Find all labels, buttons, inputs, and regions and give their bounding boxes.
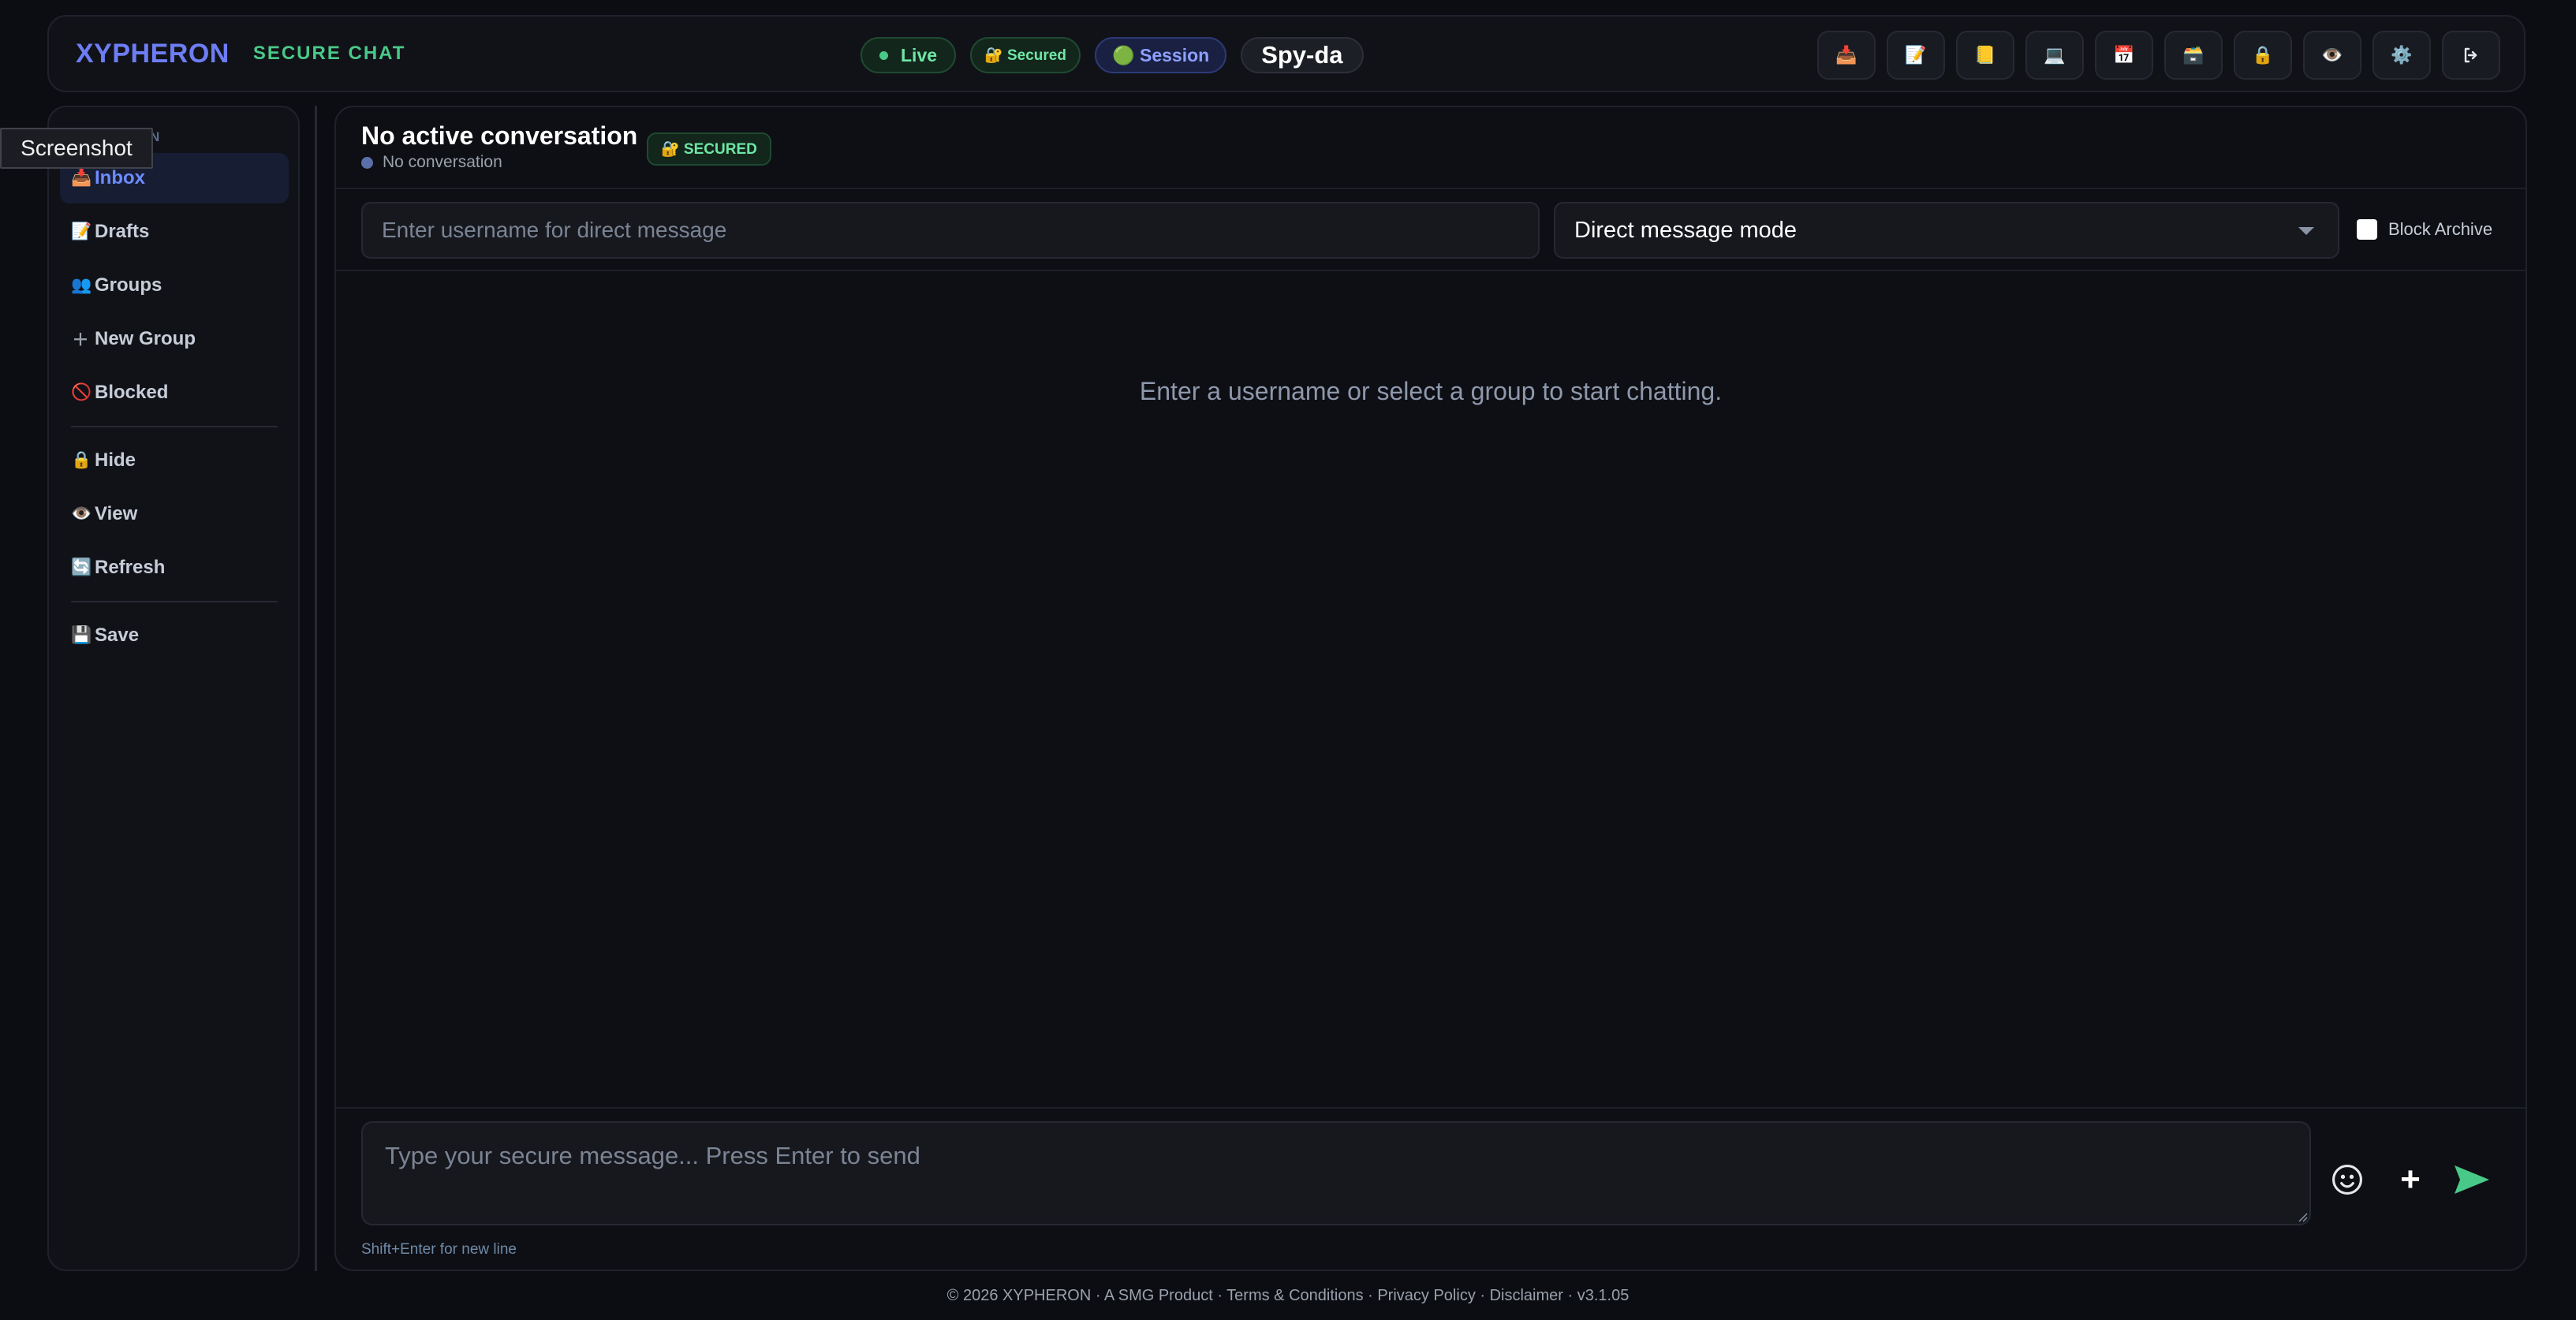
inbox-tray-icon: 📥 (71, 169, 92, 187)
sidebar-item-label: Groups (95, 274, 162, 296)
checkbox-icon[interactable] (2357, 219, 2377, 240)
card-box-icon: 🗃️ (2182, 45, 2205, 65)
brand-subtitle: SECURE CHAT (252, 43, 406, 64)
refresh-icon: 🔄 (71, 558, 92, 576)
live-badge: Live (861, 37, 957, 73)
username-input[interactable] (361, 202, 1540, 259)
empty-state-message: Enter a username or select a group to st… (1139, 377, 1723, 405)
secured-badge-label: 🔐 Secured (984, 47, 1066, 64)
sidebar-item-blocked[interactable]: 🚫 Blocked (60, 367, 289, 418)
logout-icon (2464, 47, 2477, 63)
secured-badge: 🔐 Secured (970, 37, 1081, 73)
live-dot-icon (879, 50, 888, 60)
sidebar-divider (71, 601, 278, 602)
calendar-tool-button[interactable]: 📅 (2095, 31, 2153, 80)
message-input[interactable] (361, 1121, 2311, 1225)
calendar-icon: 📅 (2113, 45, 2135, 65)
memo-icon: 📝 (1905, 45, 1927, 65)
brand-name: XYPHERON (76, 38, 230, 69)
status-dot-icon (361, 156, 373, 169)
conversation-controls: Direct message mode Block Archive (336, 189, 2526, 271)
people-icon: 👥 (71, 276, 92, 294)
composer-hint: Shift+Enter for new line (361, 1241, 517, 1258)
notebook-icon: 📒 (1974, 45, 1996, 65)
emoji-button[interactable] (2325, 1158, 2369, 1202)
conversation-status: No conversation (361, 153, 502, 172)
eye-icon: 👁️ (71, 505, 92, 523)
chevron-down-icon (2298, 227, 2314, 235)
sidebar-divider (71, 426, 278, 427)
gear-icon: ⚙️ (2391, 45, 2413, 65)
mode-select-value: Direct message mode (1574, 217, 1798, 243)
mode-select[interactable]: Direct message mode (1554, 202, 2339, 259)
footer: © 2026 XYPHERON · A SMG Product · Terms … (946, 1287, 1630, 1304)
sidebar-item-label: Inbox (95, 167, 145, 188)
conversation-status-label: No conversation (383, 153, 502, 171)
username-label: Spy-da (1261, 41, 1343, 69)
username-badge[interactable]: Spy-da (1241, 37, 1364, 73)
settings-tool-button[interactable]: ⚙️ (2373, 31, 2431, 80)
live-badge-label: Live (901, 44, 938, 65)
message-composer: + Shift+Enter for new line (336, 1107, 2526, 1270)
inbox-tool-button[interactable]: 📥 (1817, 31, 1876, 80)
notes-tool-button[interactable]: 📒 (1956, 31, 2014, 80)
lock-icon: 🔒 (71, 451, 92, 469)
plus-icon: ＋ (72, 331, 89, 349)
session-badge[interactable]: 🟢 Session (1094, 37, 1227, 73)
lock-tool-button[interactable]: 🔒 (2234, 31, 2292, 80)
sidebar-item-label: Blocked (95, 382, 169, 403)
block-archive-label: Block Archive (2388, 219, 2493, 239)
sidebar-item-new-group[interactable]: ＋ New Group (60, 314, 289, 364)
conversation-header: No active conversation 🔐 SECURED No conv… (336, 107, 2526, 189)
chat-panel: No active conversation 🔐 SECURED No conv… (334, 106, 2527, 1271)
app-root: XYPHERON SECURE CHAT Live 🔐 Secured 🟢 Se… (0, 0, 2576, 1320)
lock-icon: 🔒 (2252, 45, 2274, 65)
screen-tool-button[interactable]: 💻 (2025, 31, 2084, 80)
sidebar: N 📥 Inbox 📝 Drafts 👥 Groups ＋ New Group … (47, 106, 300, 1271)
eye-icon: 👁️ (2321, 45, 2343, 65)
secured-badge: 🔐 SECURED (647, 132, 771, 166)
prohibited-icon: 🚫 (71, 383, 92, 401)
floppy-disk-icon: 💾 (71, 626, 92, 644)
sidebar-item-label: Save (95, 625, 140, 646)
sidebar-item-label: Hide (95, 449, 136, 471)
drafts-tool-button[interactable]: 📝 (1887, 31, 1945, 80)
screenshot-tooltip: Screenshot (0, 128, 153, 169)
sidebar-item-label: Refresh (95, 557, 166, 578)
sidebar-item-refresh[interactable]: 🔄 Refresh (60, 543, 289, 593)
top-bar: XYPHERON SECURE CHAT Live 🔐 Secured 🟢 Se… (47, 15, 2526, 92)
session-badge-label: 🟢 Session (1111, 44, 1210, 65)
view-tool-button[interactable]: 👁️ (2303, 31, 2361, 80)
resize-grip-icon[interactable] (2295, 1210, 2308, 1222)
sidebar-item-save[interactable]: 💾 Save (60, 610, 289, 661)
brand[interactable]: XYPHERON SECURE CHAT (76, 35, 405, 72)
sidebar-item-view[interactable]: 👁️ View (60, 489, 289, 539)
sidebar-resize-handle[interactable] (315, 106, 317, 1271)
plus-icon: + (2400, 1160, 2421, 1199)
attach-button[interactable]: + (2388, 1158, 2432, 1202)
sidebar-item-drafts[interactable]: 📝 Drafts (60, 207, 289, 257)
sidebar-item-label: Drafts (95, 221, 150, 242)
smiley-icon (2332, 1165, 2362, 1195)
send-icon (2455, 1165, 2489, 1194)
logout-button[interactable] (2442, 31, 2500, 80)
sidebar-item-label: New Group (95, 328, 196, 349)
status-badges: Live 🔐 Secured 🟢 Session Spy-da (861, 36, 1378, 74)
archive-tool-button[interactable]: 🗃️ (2164, 31, 2223, 80)
inbox-tray-icon: 📥 (1835, 45, 1857, 65)
send-button[interactable] (2450, 1158, 2494, 1202)
sidebar-item-hide[interactable]: 🔒 Hide (60, 435, 289, 486)
conversation-title: No active conversation (361, 121, 638, 150)
sidebar-item-groups[interactable]: 👥 Groups (60, 260, 289, 311)
laptop-icon: 💻 (2044, 45, 2066, 65)
memo-icon: 📝 (71, 222, 92, 241)
sidebar-item-label: View (95, 503, 138, 524)
block-archive-checkbox[interactable]: Block Archive (2357, 219, 2492, 240)
toolbar: 📥 📝 📒 💻 📅 🗃️ 🔒 👁️ ⚙️ (1806, 31, 2500, 80)
